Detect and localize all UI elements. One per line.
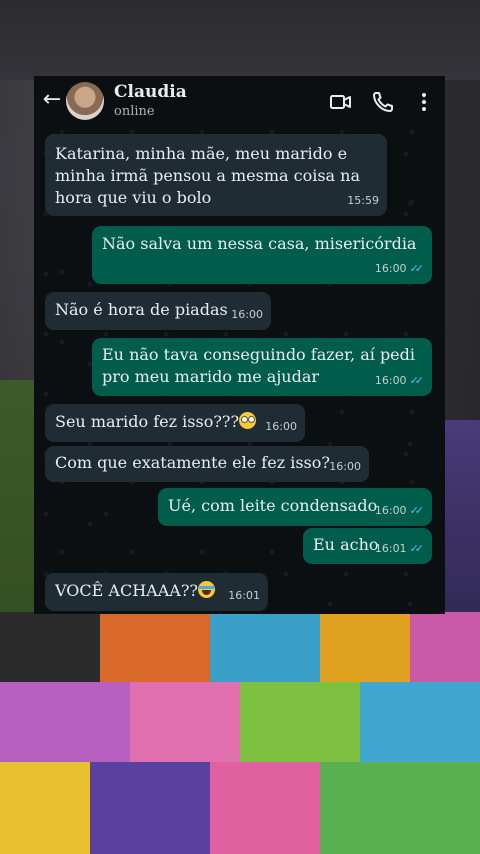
background-top [0,0,480,80]
message-text: Com que exatamente ele fez isso? [55,453,330,472]
contact-name[interactable]: Claudia [114,82,187,102]
message-time: 16:00 [265,420,297,433]
message-time: 16:01 [374,542,407,555]
message-time: 16:00 [374,374,407,387]
read-receipt-icon: ✓✓ [409,542,425,555]
message-time: 16:01 [228,589,260,602]
message-bubble-incoming[interactable]: VOCÊ ACHAAA?? 16:01 [45,573,268,611]
message-bubble-outgoing[interactable]: Eu acho 16:01 ✓✓ [303,528,432,564]
background-colored-floor [0,612,480,854]
crying-face-emoji-icon [197,581,215,598]
message-time: 16:00 [374,504,407,517]
chat-header: ← Claudia online [34,76,445,128]
video-call-icon[interactable] [329,90,353,114]
message-text: Não é hora de piadas [55,300,228,319]
back-arrow-icon[interactable]: ← [40,88,64,112]
message-bubble-incoming[interactable]: Katarina, minha mãe, meu marido e minha … [45,134,387,216]
chat-screenshot: ← Claudia online Katarina, minha mãe, me… [34,76,445,614]
message-time: 15:59 [347,194,379,207]
message-text: Seu marido fez isso??? [55,412,240,431]
message-bubble-incoming[interactable]: Não é hora de piadas 16:00 [45,292,271,330]
message-time: 16:00 [329,460,361,473]
message-time: 16:00 [374,262,407,275]
message-bubble-incoming[interactable]: Seu marido fez isso??? 16:00 [45,404,305,442]
message-time: 16:00 [231,308,263,321]
message-text: Não salva um nessa casa, misericórdia [102,234,417,253]
message-text: Katarina, minha mãe, meu marido e minha … [55,144,360,207]
voice-call-icon[interactable] [371,90,395,114]
message-text: VOCÊ ACHAAA?? [55,581,198,600]
read-receipt-icon: ✓✓ [409,504,425,517]
message-bubble-incoming[interactable]: Com que exatamente ele fez isso? 16:00 [45,446,369,482]
message-bubble-outgoing[interactable]: Eu não tava conseguindo fazer, aí pedi p… [92,338,432,396]
message-bubble-outgoing[interactable]: Não salva um nessa casa, misericórdia 16… [92,226,432,284]
read-receipt-icon: ✓✓ [409,374,425,387]
read-receipt-icon: ✓✓ [409,262,425,275]
contact-status: online [114,104,155,119]
more-options-icon[interactable] [412,90,436,114]
avatar[interactable] [66,82,104,120]
message-bubble-outgoing[interactable]: Ué, com leite condensado 16:00 ✓✓ [158,488,432,526]
rolling-eyes-emoji-icon [239,412,257,429]
